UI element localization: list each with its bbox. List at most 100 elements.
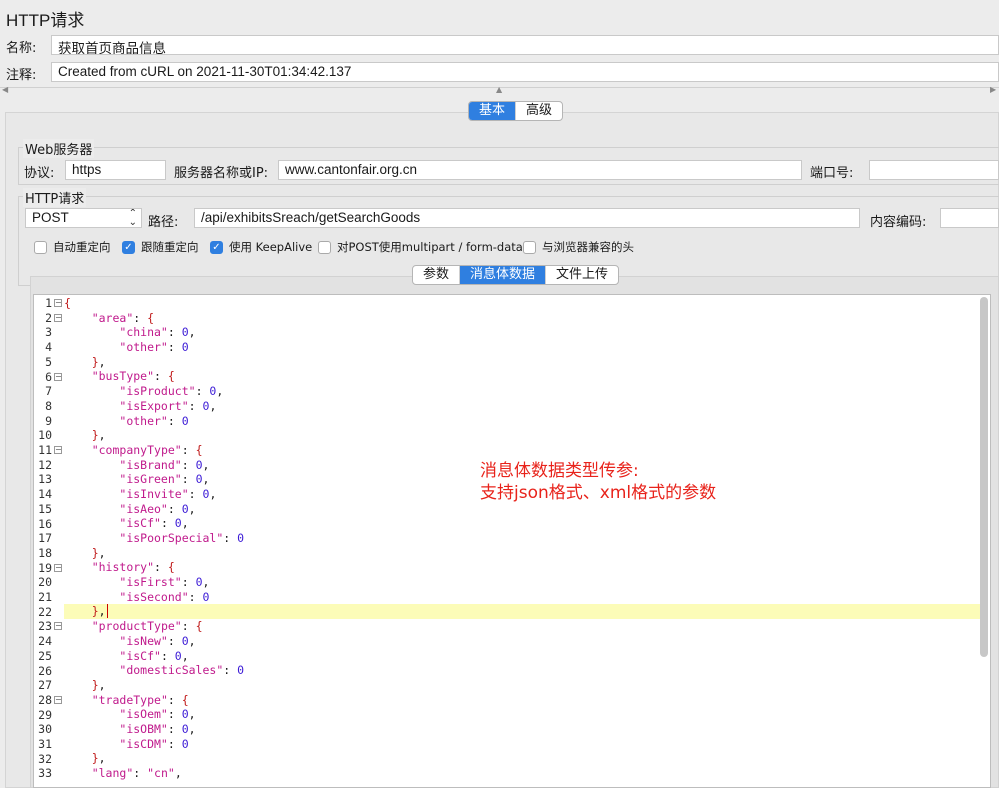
line-number: 16 (38, 516, 52, 531)
code-line: "other": 0 (119, 340, 189, 355)
code-line: "history": { (91, 560, 175, 575)
checkbox-box (34, 240, 47, 254)
annotation-line-2: 支持json格式、xml格式的参数 (480, 483, 717, 503)
collapse-up-icon[interactable]: ▲ (496, 85, 502, 94)
port-field[interactable] (869, 160, 999, 180)
body-editor[interactable]: 1−2−3 4 5 6−7 8 9 10 11−12 13 14 15 16 17 18 19−20 21 22… (33, 294, 991, 788)
line-number: 17 (38, 531, 52, 546)
code-line: }, (91, 545, 106, 560)
encoding-field[interactable] (940, 208, 999, 228)
method-select[interactable]: POST ⌃ ⌄ (25, 208, 142, 228)
code-line: "isCf": 0, (119, 648, 189, 663)
splitter[interactable]: ◀ ▲ ▶ (0, 85, 999, 97)
line-number: 32 (38, 751, 52, 766)
code-line: "isCDM": 0 (119, 736, 189, 751)
auto-redirect-label: 自动重定向 (53, 240, 111, 254)
fold-icon[interactable]: − (54, 563, 62, 572)
fold-icon[interactable]: − (54, 372, 62, 381)
line-number: 11 (38, 443, 52, 457)
line-gutter: 1−2−3 4 5 6−7 8 9 10 11−12 13 14 15 16 17 18 19−20 21 22… (34, 295, 64, 787)
stepper-icon: ⌃ ⌄ (128, 208, 137, 228)
tab-basic[interactable]: 基本 (469, 102, 516, 120)
line-number: 12 (38, 457, 52, 472)
code-line: "isFirst": 0, (119, 575, 210, 590)
code-line: "isNew": 0, (119, 633, 196, 648)
keepalive-checkbox[interactable]: ✓ 使用 KeepAlive (210, 239, 312, 255)
checkbox-box (318, 240, 331, 254)
comment-field[interactable]: Created from cURL on 2021-11-30T01:34:42… (51, 62, 999, 82)
multipart-checkbox[interactable]: 对POST使用multipart / form-data (318, 239, 523, 255)
line-number: 25 (38, 648, 52, 663)
code-line: }, (91, 354, 106, 369)
code-area[interactable]: { "area": { "china": 0, "other": 0 }, "b… (64, 296, 980, 781)
code-line: "isCf": 0, (119, 516, 189, 531)
auto-redirect-checkbox[interactable]: 自动重定向 (34, 239, 111, 255)
multipart-label: 对POST使用multipart / form-data (337, 240, 523, 254)
http-request-legend: HTTP请求 (23, 188, 87, 207)
line-number: 15 (38, 501, 52, 516)
line-number: 4 (45, 340, 52, 355)
tab-parameters[interactable]: 参数 (413, 266, 459, 284)
line-number: 2 (45, 310, 52, 325)
follow-redirect-label: 跟随重定向 (141, 240, 199, 254)
line-number: 8 (45, 398, 52, 413)
vertical-scrollbar[interactable] (980, 297, 988, 657)
method-value: POST (32, 210, 69, 225)
code-line: "lang": "cn", (91, 766, 182, 780)
line-number: 5 (45, 354, 52, 369)
line-number: 20 (38, 575, 52, 590)
sub-tabs: 参数 消息体数据 文件上传 (412, 265, 620, 285)
line-number: 22 (38, 604, 52, 619)
line-number: 21 (38, 590, 52, 604)
protocol-field[interactable]: https (65, 160, 166, 180)
line-number: 1 (45, 296, 52, 310)
name-field[interactable]: 获取首页商品信息 (51, 35, 999, 55)
code-line: "isExport": 0, (119, 398, 217, 413)
fold-icon[interactable]: − (54, 695, 62, 704)
server-field[interactable]: www.cantonfair.org.cn (278, 160, 802, 180)
tab-file-upload[interactable]: 文件上传 (545, 266, 618, 284)
checkmark-icon: ✓ (122, 240, 135, 254)
code-line: "area": { (91, 310, 155, 325)
code-line: "isPoorSpecial": 0 (119, 531, 245, 545)
line-number: 23 (38, 619, 52, 634)
line-number: 14 (38, 487, 52, 502)
line-number: 31 (38, 737, 52, 751)
line-number: 29 (38, 707, 52, 722)
code-line: "busType": { (91, 369, 175, 384)
line-number: 27 (38, 678, 52, 693)
follow-redirect-checkbox[interactable]: ✓ 跟随重定向 (122, 239, 199, 255)
window-title: HTTP请求 (6, 11, 85, 30)
collapse-right-icon[interactable]: ▶ (990, 85, 996, 94)
fold-icon[interactable]: − (54, 313, 62, 322)
tab-advanced[interactable]: 高级 (515, 102, 562, 120)
code-line: }, (91, 751, 106, 766)
checkmark-icon: ✓ (210, 240, 223, 254)
path-field[interactable]: /api/exhibitsSreach/getSearchGoods (194, 208, 860, 228)
main-tabs: 基本 高级 (468, 101, 564, 121)
port-label: 端口号: (810, 166, 854, 181)
code-line: "tradeType": { (91, 692, 189, 707)
code-line: "companyType": { (91, 442, 203, 457)
tab-body-data[interactable]: 消息体数据 (459, 266, 546, 284)
code-line: }, (91, 428, 106, 443)
fold-icon[interactable]: − (54, 446, 62, 454)
line-number: 10 (38, 428, 52, 443)
fold-icon[interactable]: − (54, 299, 62, 307)
collapse-left-icon[interactable]: ◀ (2, 85, 8, 94)
annotation-note: 消息体数据类型传参: 支持json格式、xml格式的参数 (480, 460, 716, 504)
server-label: 服务器名称或IP: (174, 166, 269, 181)
code-line: "isOBM": 0, (119, 721, 196, 736)
line-number: 6 (45, 369, 52, 384)
line-number: 7 (45, 384, 52, 399)
line-number: 28 (38, 692, 52, 707)
code-line: "productType": { (91, 619, 203, 634)
code-line: "isSecond": 0 (119, 589, 210, 604)
code-line: "isProduct": 0, (119, 384, 224, 399)
line-number: 24 (38, 634, 52, 649)
fold-icon[interactable]: − (54, 622, 62, 631)
browser-headers-checkbox[interactable]: 与浏览器兼容的头 (523, 239, 634, 255)
web-server-legend: Web服务器 (23, 139, 95, 158)
code-line: "other": 0 (119, 413, 189, 428)
line-number: 9 (45, 413, 52, 428)
